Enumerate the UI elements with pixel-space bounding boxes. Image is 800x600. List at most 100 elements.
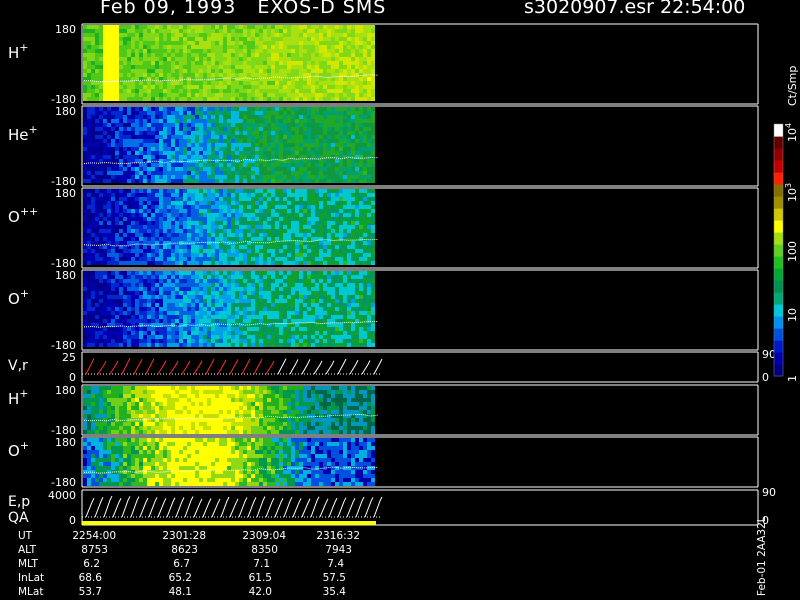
- heatmap-cell: [195, 139, 199, 143]
- heatmap-cell: [327, 189, 331, 193]
- heatmap-cell: [95, 221, 99, 225]
- heatmap-cell: [295, 127, 299, 131]
- heatmap-cell: [259, 163, 263, 167]
- heatmap-cell: [155, 197, 159, 201]
- heatmap-cell: [135, 295, 139, 299]
- heatmap-cell: [295, 159, 299, 163]
- heatmap-cell: [259, 257, 263, 261]
- heatmap-cell: [215, 315, 219, 319]
- heatmap-cell: [299, 33, 303, 37]
- heatmap-cell: [151, 107, 155, 111]
- heatmap-cell: [95, 217, 99, 221]
- heatmap-cell: [279, 57, 283, 61]
- heatmap-cell: [103, 25, 107, 29]
- heatmap-cell: [123, 205, 127, 209]
- heatmap-cell: [187, 201, 191, 205]
- heatmap-cell: [171, 233, 175, 237]
- heatmap-cell: [151, 135, 155, 139]
- heatmap-cell: [199, 53, 203, 57]
- heatmap-cell: [99, 261, 103, 265]
- heatmap-cell: [211, 41, 215, 45]
- heatmap-cell: [271, 45, 275, 49]
- heatmap-cell: [187, 25, 191, 29]
- heatmap-cell: [227, 155, 231, 159]
- heatmap-cell: [139, 73, 143, 77]
- heatmap-cell: [103, 45, 107, 49]
- heatmap-cell: [207, 283, 211, 287]
- heatmap-cell: [231, 29, 235, 33]
- heatmap-cell: [291, 245, 295, 249]
- heatmap-cell: [355, 33, 359, 37]
- heatmap-cell: [131, 327, 135, 331]
- heatmap-cell: [243, 111, 247, 115]
- heatmap-cell: [351, 41, 355, 45]
- heatmap-cell: [179, 171, 183, 175]
- heatmap-cell: [255, 81, 259, 85]
- heatmap-cell: [267, 225, 271, 229]
- heatmap-cell: [351, 257, 355, 261]
- heatmap-cell: [371, 193, 375, 197]
- heatmap-cell: [243, 339, 247, 343]
- heatmap-cell: [155, 233, 159, 237]
- heatmap-cell: [175, 189, 179, 193]
- heatmap-cell: [223, 249, 227, 253]
- heatmap-cell: [127, 217, 131, 221]
- heatmap-cell: [299, 261, 303, 265]
- heatmap-cell: [271, 115, 275, 119]
- heatmap-cell: [219, 311, 223, 315]
- heatmap-cell: [195, 81, 199, 85]
- heatmap-cell: [339, 53, 343, 57]
- heatmap-cell: [307, 139, 311, 143]
- heatmap-cell: [335, 53, 339, 57]
- heatmap-cell: [171, 295, 175, 299]
- heatmap-cell: [279, 61, 283, 65]
- heatmap-cell: [207, 171, 211, 175]
- heatmap-cell: [243, 189, 247, 193]
- heatmap-cell: [191, 311, 195, 315]
- heatmap-cell: [331, 41, 335, 45]
- heatmap-cell: [291, 89, 295, 93]
- heatmap-cell: [251, 295, 255, 299]
- heatmap-cell: [263, 49, 267, 53]
- heatmap-cell: [211, 93, 215, 97]
- heatmap-cell: [191, 163, 195, 167]
- heatmap-cell: [295, 107, 299, 111]
- heatmap-cell: [203, 61, 207, 65]
- heatmap-cell: [187, 339, 191, 343]
- heatmap-cell: [87, 279, 91, 283]
- heatmap-cell: [163, 167, 167, 171]
- heatmap-cell: [259, 107, 263, 111]
- heatmap-cell: [247, 237, 251, 241]
- heatmap-cell: [359, 163, 363, 167]
- heatmap-cell: [179, 311, 183, 315]
- heatmap-cell: [151, 295, 155, 299]
- heatmap-cell: [195, 331, 199, 335]
- heatmap-cell: [223, 343, 227, 347]
- heatmap-cell: [275, 107, 279, 111]
- heatmap-cell: [207, 261, 211, 265]
- heatmap-cell: [307, 171, 311, 175]
- heatmap-cell: [219, 25, 223, 29]
- heatmap-cell: [195, 193, 199, 197]
- heatmap-cell: [99, 45, 103, 49]
- heatmap-cell: [111, 69, 115, 73]
- heatmap-cell: [311, 123, 315, 127]
- heatmap-cell: [171, 229, 175, 233]
- heatmap-cell: [123, 123, 127, 127]
- heatmap-cell: [207, 53, 211, 57]
- heatmap-cell: [151, 69, 155, 73]
- heatmap-cell: [103, 123, 107, 127]
- heatmap-cell: [211, 111, 215, 115]
- heatmap-cell: [223, 49, 227, 53]
- heatmap-cell: [347, 123, 351, 127]
- heatmap-cell: [127, 97, 131, 101]
- heatmap-cell: [135, 287, 139, 291]
- heatmap-cell: [311, 97, 315, 101]
- heatmap-cell: [127, 315, 131, 319]
- heatmap-cell: [143, 119, 147, 123]
- heatmap-cell: [163, 201, 167, 205]
- heatmap-cell: [211, 53, 215, 57]
- heatmap-cell: [247, 155, 251, 159]
- heatmap-cell: [195, 93, 199, 97]
- heatmap-cell: [251, 25, 255, 29]
